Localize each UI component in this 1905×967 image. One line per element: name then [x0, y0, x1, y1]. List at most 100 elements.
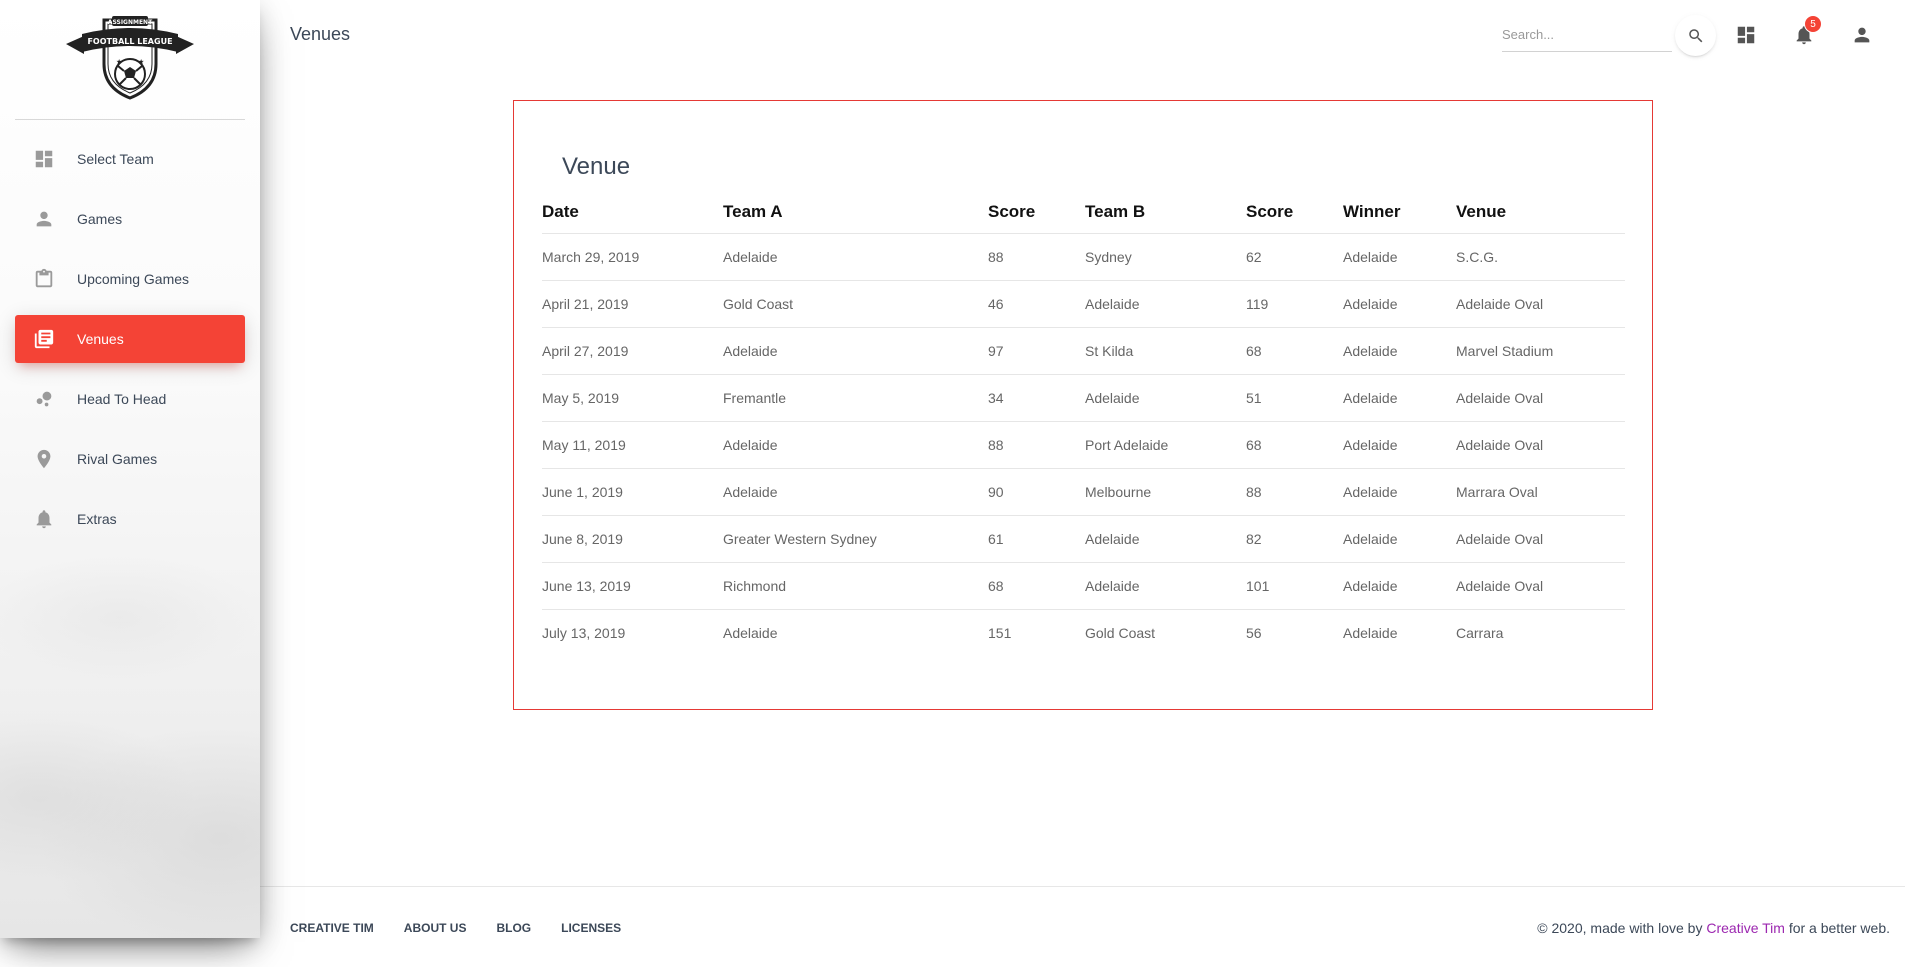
cell-team-a: Adelaide	[723, 327, 988, 375]
notification-count-badge: 5	[1804, 15, 1822, 33]
copyright: © 2020, made with love by Creative Tim f…	[1537, 920, 1890, 936]
cell-score-b: 62	[1246, 233, 1343, 281]
cell-venue: Adelaide Oval	[1456, 562, 1625, 610]
venue-table-body: March 29, 2019 Adelaide 88 Sydney 62 Adelaide…	[542, 233, 1625, 656]
copyright-suffix: for a better web.	[1784, 920, 1890, 936]
column-header-score-a: Score	[988, 191, 1085, 234]
cell-winner: Adelaide	[1343, 233, 1456, 281]
cell-venue: S.C.G.	[1456, 233, 1625, 281]
cell-date: July 13, 2019	[542, 624, 626, 641]
cell-score-b: 68	[1246, 421, 1343, 469]
sidebar-item-label: Games	[77, 211, 123, 227]
cell-venue: Marrara Oval	[1456, 468, 1625, 516]
person-icon	[1854, 27, 1870, 43]
footer-link-about-us[interactable]: ABOUT US	[404, 921, 467, 935]
table-row: May 11, 2019 Adelaide 88 Port Adelaide 68 Ade…	[542, 421, 1625, 469]
cell-team-b: Sydney	[1085, 233, 1246, 281]
search-button[interactable]	[1675, 15, 1716, 56]
cell-venue: Adelaide Oval	[1456, 421, 1625, 469]
logo[interactable]: ASSIGNMENT FOOTBALL LEAGUE ★ ★	[15, 14, 245, 120]
sidebar-item-rival-games[interactable]: Rival Games	[15, 435, 245, 483]
cell-team-b: Port Adelaide	[1085, 421, 1246, 469]
venue-table: Date Team A Score Team B Score Winner Ve…	[542, 191, 1625, 656]
table-header-row: Date Team A Score Team B Score Winner Ve…	[542, 191, 1625, 234]
cell-team-a: Adelaide	[723, 421, 988, 469]
cell-team-a: Adelaide	[723, 233, 988, 281]
library-books-icon	[33, 328, 55, 350]
location-pin-icon	[33, 448, 55, 470]
cell-winner: Adelaide	[1343, 327, 1456, 375]
cell-score-b: 51	[1246, 374, 1343, 422]
cell-winner: Adelaide	[1343, 624, 1398, 641]
venue-card: Venue Date Team A Score Team B Score Win…	[513, 100, 1653, 710]
cell-score-b: 101	[1246, 562, 1343, 610]
svg-text:FOOTBALL LEAGUE: FOOTBALL LEAGUE	[87, 37, 172, 46]
sidebar-item-extras[interactable]: Extras	[15, 495, 245, 543]
card-title: Venue	[562, 153, 631, 180]
table-row: April 21, 2019 Gold Coast 46 Adelaide 119 Ade…	[542, 280, 1625, 328]
column-header-date: Date	[542, 191, 723, 234]
cell-winner: Adelaide	[1343, 421, 1456, 469]
cell-score-a: 151	[988, 624, 1012, 641]
cell-date: April 21, 2019	[542, 280, 723, 328]
footer-link-licenses[interactable]: LICENSES	[561, 921, 621, 935]
cell-score-a: 90	[988, 468, 1085, 516]
cell-venue: Adelaide Oval	[1456, 374, 1625, 422]
cell-team-a: Fremantle	[723, 374, 988, 422]
sidebar-item-upcoming-games[interactable]: Upcoming Games	[15, 255, 245, 303]
table-row: June 1, 2019 Adelaide 90 Melbourne 88 Adelaid…	[542, 468, 1625, 516]
cell-date: April 27, 2019	[542, 327, 723, 375]
cell-team-b: Adelaide	[1085, 515, 1246, 563]
cell-date: June 13, 2019	[542, 562, 723, 610]
sidebar-item-label: Rival Games	[77, 451, 158, 467]
football-league-logo-icon: ASSIGNMENT FOOTBALL LEAGUE ★ ★	[66, 16, 194, 100]
cell-score-b: 68	[1246, 327, 1343, 375]
table-row: May 5, 2019 Fremantle 34 Adelaide 51 Adelaide…	[542, 374, 1625, 422]
sidebar: ASSIGNMENT FOOTBALL LEAGUE ★ ★ Select Te…	[0, 0, 260, 938]
clipboard-icon	[33, 268, 55, 290]
cell-score-a: 97	[988, 327, 1085, 375]
column-header-venue: Venue	[1456, 191, 1625, 234]
cell-venue: Adelaide Oval	[1456, 515, 1625, 563]
cell-date: May 5, 2019	[542, 374, 723, 422]
footer-link-creative-tim[interactable]: CREATIVE TIM	[290, 921, 374, 935]
sidebar-item-games[interactable]: Games	[15, 195, 245, 243]
cell-team-a: Adelaide	[723, 468, 988, 516]
cell-date: May 11, 2019	[542, 421, 723, 469]
cell-team-b: Adelaide	[1085, 280, 1246, 328]
cell-team-b: Melbourne	[1085, 468, 1246, 516]
column-header-team-a: Team A	[723, 191, 988, 234]
table-row: March 29, 2019 Adelaide 88 Sydney 62 Adelaide…	[542, 233, 1625, 281]
cell-team-a: Gold Coast	[723, 280, 988, 328]
sidebar-item-label: Head To Head	[77, 391, 167, 407]
dashboard-button[interactable]	[1733, 22, 1759, 48]
sidebar-item-venues[interactable]: Venues	[15, 315, 245, 363]
cell-date: March 29, 2019	[542, 233, 723, 281]
cell-team-b: St Kilda	[1085, 327, 1246, 375]
sidebar-item-label: Upcoming Games	[77, 271, 190, 287]
search-input[interactable]	[1502, 18, 1672, 51]
cell-date: June 1, 2019	[542, 468, 723, 516]
profile-button[interactable]	[1849, 22, 1875, 48]
footer-link-blog[interactable]: BLOG	[496, 921, 531, 935]
cell-winner: Adelaide	[1343, 515, 1456, 563]
page-title: Venues	[290, 24, 351, 44]
column-header-team-b: Team B	[1085, 191, 1246, 234]
person-icon	[33, 208, 55, 230]
sidebar-item-select-team[interactable]: Select Team	[15, 135, 245, 183]
copyright-brand-link[interactable]: Creative Tim	[1706, 920, 1785, 936]
cell-date: June 8, 2019	[542, 515, 723, 563]
search-icon	[1688, 28, 1702, 42]
sidebar-item-head-to-head[interactable]: Head To Head	[15, 375, 245, 423]
cell-score-a: 61	[988, 515, 1085, 563]
search-field	[1502, 18, 1672, 52]
table-row: April 27, 2019 Adelaide 97 St Kilda 68 Adelai…	[542, 327, 1625, 375]
table-row: June 13, 2019 Richmond 68 Adelaide 101 Adelai…	[542, 562, 1625, 610]
sidebar-nav: Select Team Games Upcoming Games Venues …	[15, 135, 245, 555]
sidebar-item-label: Select Team	[77, 151, 154, 167]
table-row: June 8, 2019 Greater Western Sydney 61 Adel…	[542, 515, 1625, 563]
cell-score-a: 88	[988, 233, 1085, 281]
cell-winner: Adelaide	[1343, 562, 1456, 610]
cell-score-b: 82	[1246, 515, 1343, 563]
cell-score-a: 34	[988, 374, 1085, 422]
